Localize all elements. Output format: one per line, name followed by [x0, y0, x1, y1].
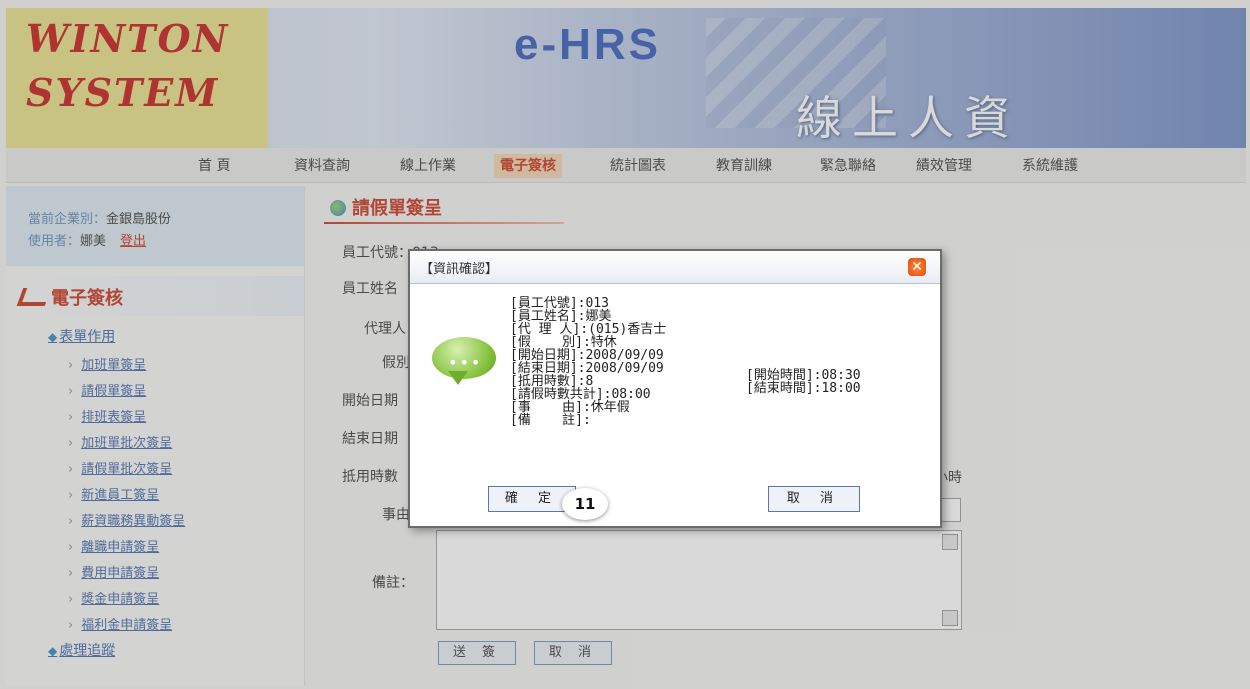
dialog-cancel-button[interactable]: 取 消 — [768, 486, 860, 512]
ellipsis-dots: ••• — [448, 353, 483, 372]
dialog-title: 【資訊確認】 — [420, 262, 499, 277]
confirm-dialog: 【資訊確認】 ✕ ••• [員工代號]:013 [員工姓名]:娜美 [代 理 人]:… — [408, 249, 942, 528]
dialog-titlebar: 【資訊確認】 ✕ — [410, 251, 940, 284]
dialog-info-lines: [員工代號]:013 [員工姓名]:娜美 [代 理 人]:(015)香吉士 [假 別]… — [510, 297, 666, 427]
chat-bubble-tail — [448, 371, 468, 385]
close-icon[interactable]: ✕ — [908, 258, 926, 276]
end-time-line: [結束時間]:18:00 — [746, 381, 861, 396]
step-callout: 11 — [562, 488, 608, 520]
dialog-time-lines: [開始時間]:08:30 [結束時間]:18:00 — [746, 369, 861, 395]
app-root: WINTON SYSTEM e-HRS 線上人資 首 頁 資料查詢 線上作業 電… — [0, 0, 1250, 689]
info-line: [備 註]: — [510, 413, 591, 428]
